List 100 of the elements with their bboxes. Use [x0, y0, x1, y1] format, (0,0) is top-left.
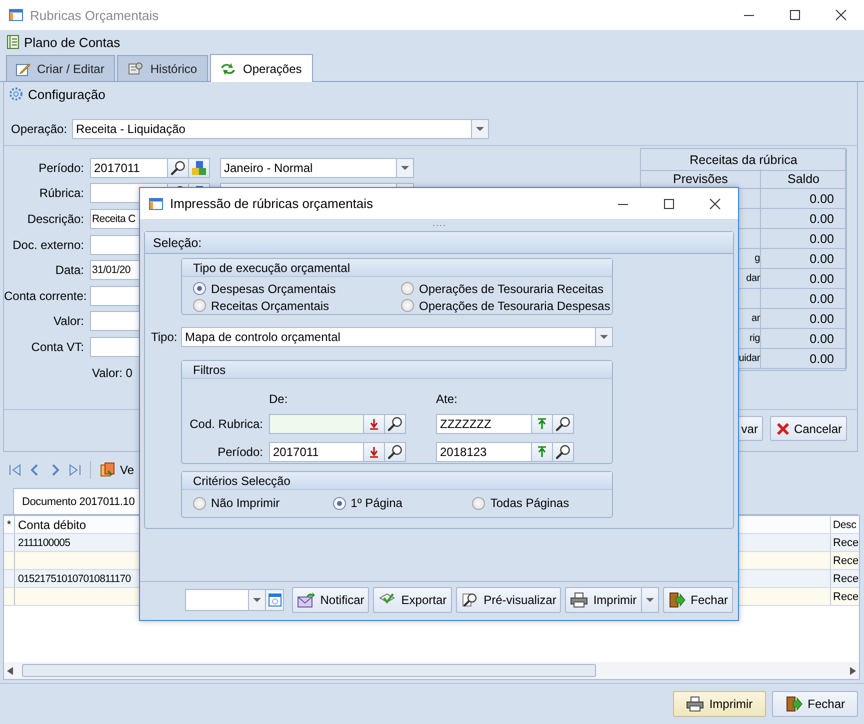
magnifier-page-icon: [460, 592, 479, 608]
search-button[interactable]: [385, 442, 406, 462]
last-value-button[interactable]: [532, 442, 553, 462]
print-button[interactable]: Imprimir: [565, 587, 641, 613]
radio-button[interactable]: [193, 496, 206, 510]
table-cell: 0.00: [761, 249, 847, 269]
field-label: Valor:: [52, 314, 84, 328]
dialog-title: Impressão de rúbricas orçamentais: [170, 196, 374, 211]
table-cell: 0.00: [761, 229, 847, 249]
tab[interactable]: Histórico: [117, 55, 208, 81]
column-header: Conta débito: [17, 516, 88, 533]
input-field[interactable]: 2018123: [436, 442, 532, 462]
section-title: Seleção:: [153, 236, 202, 250]
search-button[interactable]: [385, 414, 406, 434]
window-icon: [148, 196, 164, 212]
field-label: Doc. externo:: [12, 238, 84, 252]
radio-button[interactable]: [472, 496, 486, 510]
table-cell-text: 2111100005: [17, 536, 72, 550]
table-cell: 0.00: [761, 309, 847, 329]
horizontal-scrollbar[interactable]: [4, 662, 859, 679]
documents-icon: [99, 462, 117, 478]
search-button[interactable]: [553, 414, 574, 434]
first-record-icon[interactable]: [8, 462, 22, 476]
radio-button[interactable]: [193, 299, 206, 312]
table-cell: Rece: [830, 588, 859, 605]
table-header: Receitas da rúbrica: [641, 149, 847, 171]
search-icon: [555, 416, 571, 432]
column-label: Ate:: [436, 391, 458, 406]
first-value-button[interactable]: [364, 414, 385, 434]
scroll-left-icon[interactable]: [7, 666, 13, 674]
field-label: Conta VT:: [30, 340, 84, 354]
preview-button[interactable]: Pré-visualizar: [456, 587, 562, 613]
close-button[interactable]: Fechar: [662, 587, 733, 613]
last-record-icon[interactable]: [68, 462, 82, 476]
cancel-button[interactable]: Cancelar: [770, 416, 847, 441]
section-title: Configuração: [28, 86, 106, 102]
search-icon: [170, 160, 186, 176]
export-button[interactable]: Exportar: [373, 587, 452, 613]
group-title: Filtros: [193, 362, 226, 376]
last-value-button[interactable]: [532, 414, 553, 434]
search-icon: [387, 416, 403, 432]
table-cell: 0.00: [761, 189, 847, 209]
table-cell: 0.00: [761, 289, 847, 309]
scroll-right-icon[interactable]: [850, 666, 856, 674]
close-icon[interactable]: [709, 198, 721, 210]
dropdown[interactable]: Mapa de controlo orçamental: [181, 327, 613, 347]
search-button[interactable]: [553, 442, 574, 462]
x-icon: [774, 420, 791, 436]
radio-label: Não Imprimir: [211, 496, 280, 510]
scroll-icon: [126, 60, 144, 76]
menu-item[interactable]: Plano de Contas: [6, 34, 120, 50]
combo-box[interactable]: [185, 589, 284, 611]
field-label: Conta corrente:: [4, 288, 84, 303]
cubes-icon: [191, 160, 207, 176]
printer-icon: [686, 696, 704, 712]
printer-icon: [570, 592, 588, 608]
first-value-button[interactable]: [364, 442, 385, 462]
notify-button[interactable]: Notificar: [292, 587, 370, 613]
cubes-button[interactable]: [189, 158, 210, 178]
close-button[interactable]: Fechar: [772, 691, 858, 717]
dropdown-button[interactable]: [640, 587, 659, 613]
field-label: Tipo:: [151, 330, 177, 344]
radio-button[interactable]: [332, 496, 346, 510]
toolbar-button[interactable]: Ve: [99, 462, 134, 478]
dropdown[interactable]: Receita - Liquidação: [72, 118, 490, 138]
radio-label: Operações de Tesouraria Receitas: [419, 282, 604, 296]
radio-label: Todas Páginas: [490, 496, 570, 510]
maximize-icon[interactable]: [789, 9, 801, 21]
tab[interactable]: Operações: [210, 54, 313, 82]
tab[interactable]: Criar / Editar: [6, 55, 116, 81]
field-label: Período:: [38, 160, 84, 175]
envelope-icon: [297, 592, 316, 608]
print-button[interactable]: Imprimir: [673, 691, 766, 717]
column-label: De:: [269, 391, 289, 406]
radio-button[interactable]: [401, 299, 414, 312]
arrow-down-icon: [369, 446, 379, 458]
radio-label: Receitas Orçamentais: [211, 298, 330, 312]
close-icon[interactable]: [835, 9, 847, 21]
radio-button[interactable]: [193, 282, 206, 295]
caret-icon: [253, 598, 262, 602]
exit-door-icon: [784, 696, 803, 712]
maximize-icon[interactable]: [663, 198, 675, 210]
field-label: Cod. Rubrica:: [188, 417, 263, 431]
search-button[interactable]: [168, 158, 189, 178]
input-field[interactable]: 2017011: [90, 158, 168, 178]
total-label: Valor: 0: [91, 366, 132, 380]
table-cell: 0.00: [761, 209, 847, 229]
caret-icon: [600, 335, 608, 339]
arrow-up-icon: [537, 446, 547, 458]
table-cell: 0.00: [761, 329, 847, 349]
field-label: Operação:: [11, 122, 68, 136]
input-field[interactable]: [269, 414, 364, 434]
table-cell: Rece: [830, 570, 859, 587]
grip-icon[interactable]: [432, 224, 446, 226]
input-field[interactable]: ZZZZZZZ: [436, 414, 532, 434]
radio-button[interactable]: [401, 282, 414, 295]
input-field[interactable]: 2017011: [269, 442, 364, 462]
caret-icon: [401, 166, 409, 170]
table-cell: 0.00: [761, 349, 847, 369]
dropdown[interactable]: Janeiro - Normal: [220, 158, 414, 178]
